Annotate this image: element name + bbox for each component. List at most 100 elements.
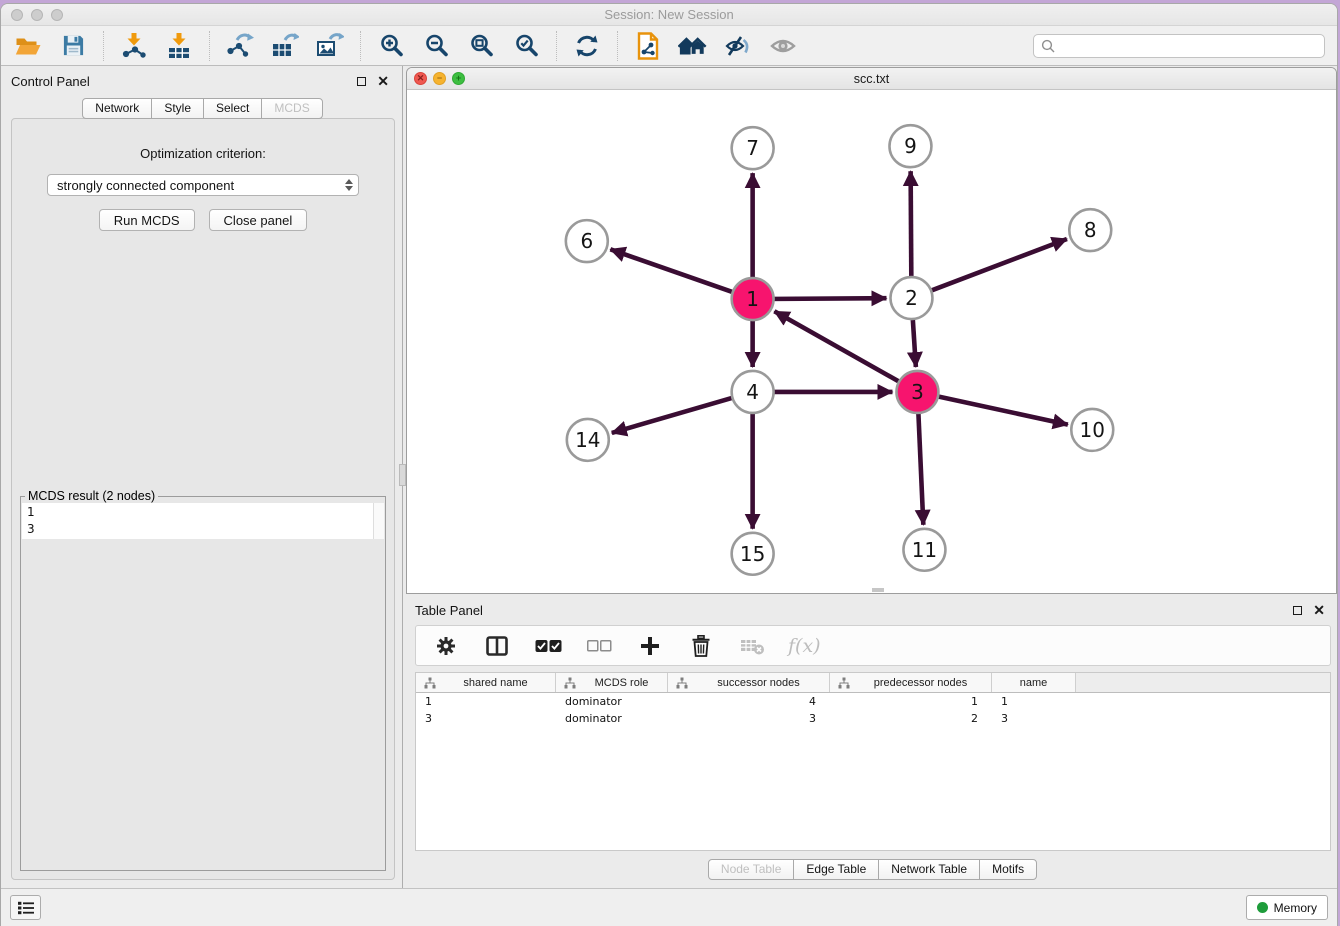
graph-node-label: 4 — [746, 380, 759, 404]
graph-node-6[interactable]: 6 — [566, 220, 608, 262]
network-minimize-icon[interactable]: − — [433, 72, 446, 85]
delete-table-icon — [737, 631, 767, 661]
refresh-layout-icon[interactable] — [572, 31, 602, 61]
search-input[interactable] — [1060, 39, 1317, 53]
column-namespace-icon — [838, 677, 850, 689]
graph-node-3[interactable]: 3 — [896, 371, 938, 413]
first-neighbors-icon[interactable] — [678, 31, 708, 61]
deselect-all-icon[interactable] — [584, 631, 614, 661]
close-table-panel-icon[interactable]: ✕ — [1313, 605, 1325, 615]
delete-rows-icon[interactable] — [686, 631, 716, 661]
graph-node-14[interactable]: 14 — [567, 419, 609, 461]
network-canvas[interactable]: 7 9 6 8 1 2 4 3 14 10 15 11 — [407, 90, 1336, 593]
save-session-icon[interactable] — [58, 31, 88, 61]
tab-select[interactable]: Select — [203, 98, 262, 119]
cell-shared-name[interactable]: 3 — [416, 712, 556, 725]
table-row[interactable]: 3dominator323 — [416, 710, 1330, 727]
zoom-out-icon[interactable] — [421, 31, 451, 61]
cell-successor-nodes[interactable]: 4 — [668, 695, 830, 708]
network-close-icon[interactable]: ✕ — [414, 72, 427, 85]
criterion-select[interactable]: strongly connected component — [47, 174, 359, 196]
cell-predecessor-nodes[interactable]: 1 — [830, 695, 992, 708]
table-row[interactable]: 1dominator411 — [416, 693, 1330, 710]
new-network-from-selection-icon[interactable] — [633, 31, 663, 61]
close-window-button[interactable] — [11, 9, 23, 21]
graph-node-9[interactable]: 9 — [889, 125, 931, 167]
graph-edge-1-6[interactable] — [610, 249, 752, 299]
network-zoom-icon[interactable]: + — [452, 72, 465, 85]
main-toolbar — [1, 26, 1337, 66]
cell-name[interactable]: 1 — [992, 695, 1076, 708]
graph-edge-3-10[interactable] — [917, 392, 1067, 425]
mcds-result-list[interactable]: 13 — [22, 503, 373, 539]
import-network-icon[interactable] — [119, 31, 149, 61]
graph-node-4[interactable]: 4 — [732, 371, 774, 413]
cell-name[interactable]: 3 — [992, 712, 1076, 725]
zoom-fit-icon[interactable] — [466, 31, 496, 61]
graph-node-label: 14 — [575, 428, 600, 452]
cell-predecessor-nodes[interactable]: 2 — [830, 712, 992, 725]
zoom-in-icon[interactable] — [376, 31, 406, 61]
mcds-result-item: 3 — [27, 521, 368, 538]
show-columns-icon[interactable] — [482, 631, 512, 661]
graph-node-1[interactable]: 1 — [732, 278, 774, 320]
run-mcds-button[interactable]: Run MCDS — [99, 209, 195, 231]
cell-successor-nodes[interactable]: 3 — [668, 712, 830, 725]
export-image-icon[interactable] — [315, 31, 345, 61]
table-tab-node-table[interactable]: Node Table — [708, 859, 795, 880]
column-header-successor-nodes[interactable]: successor nodes — [668, 673, 830, 692]
close-panel-icon[interactable]: ✕ — [377, 76, 389, 86]
column-header-shared-name[interactable]: shared name — [416, 673, 556, 692]
table-tab-network-table[interactable]: Network Table — [878, 859, 980, 880]
graph-edge-3-1[interactable] — [774, 311, 917, 392]
criterion-selected-value: strongly connected component — [57, 178, 234, 193]
zoom-window-button[interactable] — [51, 9, 63, 21]
hide-selected-icon[interactable] — [723, 31, 753, 61]
table-tab-motifs[interactable]: Motifs — [979, 859, 1037, 880]
app-window: Session: New Session — [0, 3, 1338, 926]
table-panel-header: Table Panel ✕ — [415, 600, 1331, 620]
column-header-predecessor-nodes[interactable]: predecessor nodes — [830, 673, 992, 692]
float-table-panel-icon[interactable] — [1293, 606, 1302, 615]
table-settings-icon[interactable] — [431, 631, 461, 661]
tab-mcds[interactable]: MCDS — [261, 98, 322, 119]
select-all-icon[interactable] — [533, 631, 563, 661]
graph-node-2[interactable]: 2 — [890, 277, 932, 319]
panel-splitter[interactable] — [399, 66, 406, 888]
column-header-mcds-role[interactable]: MCDS role — [556, 673, 668, 692]
table-toolbar: f(x) — [415, 625, 1331, 666]
table-tab-edge-table[interactable]: Edge Table — [793, 859, 879, 880]
graph-edge-2-8[interactable] — [911, 239, 1066, 298]
export-network-icon[interactable] — [225, 31, 255, 61]
tab-network[interactable]: Network — [82, 98, 152, 119]
float-panel-icon[interactable] — [357, 77, 366, 86]
app-titlebar: Session: New Session — [1, 4, 1337, 26]
canvas-splitter-grip[interactable] — [872, 588, 884, 592]
import-table-icon[interactable] — [164, 31, 194, 61]
graph-node-label: 3 — [911, 380, 924, 404]
add-row-icon[interactable] — [635, 631, 665, 661]
splitter-grip[interactable] — [399, 464, 406, 486]
minimize-window-button[interactable] — [31, 9, 43, 21]
memory-button[interactable]: Memory — [1246, 895, 1328, 920]
toolbar-separator — [360, 31, 361, 61]
task-history-button[interactable] — [10, 895, 41, 920]
graph-node-15[interactable]: 15 — [732, 533, 774, 575]
export-table-icon[interactable] — [270, 31, 300, 61]
tab-style[interactable]: Style — [151, 98, 204, 119]
zoom-selected-icon[interactable] — [511, 31, 541, 61]
close-panel-button[interactable]: Close panel — [209, 209, 308, 231]
cell-mcds-role[interactable]: dominator — [556, 695, 668, 708]
cell-mcds-role[interactable]: dominator — [556, 712, 668, 725]
graph-node-7[interactable]: 7 — [732, 127, 774, 169]
result-scrollbar[interactable] — [373, 503, 384, 539]
toolbar-separator — [617, 31, 618, 61]
cell-shared-name[interactable]: 1 — [416, 695, 556, 708]
graph-node-11[interactable]: 11 — [903, 529, 945, 571]
column-header-name[interactable]: name — [992, 673, 1076, 692]
graph-node-8[interactable]: 8 — [1069, 209, 1111, 251]
graph-node-10[interactable]: 10 — [1071, 409, 1113, 451]
open-session-icon[interactable] — [13, 31, 43, 61]
right-column: ✕ − + scc.txt 7968124314101511 Table Pan… — [406, 66, 1337, 888]
table-panel: Table Panel ✕ — [406, 594, 1337, 888]
